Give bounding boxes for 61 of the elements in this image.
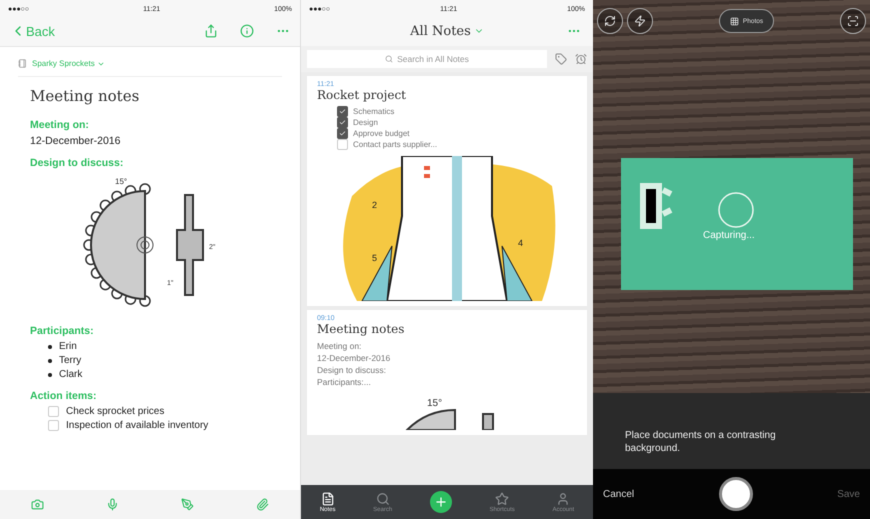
checklist-label: Contact parts supplier... (353, 139, 438, 150)
cancel-button[interactable]: Cancel (603, 488, 634, 500)
person-icon (556, 492, 570, 506)
checklist-label: Design (353, 117, 378, 128)
list-item: Clark (59, 369, 82, 380)
notebook-icon (18, 59, 27, 68)
refresh-icon (604, 15, 616, 27)
add-note-button[interactable] (430, 491, 452, 513)
note-title: Meeting notes (317, 322, 406, 336)
flash-button[interactable] (627, 8, 653, 34)
section-heading: Participants: (30, 325, 95, 337)
bullet-icon (48, 358, 52, 362)
note-preview-line: Meeting on: (317, 340, 362, 352)
pen-icon[interactable] (181, 498, 194, 511)
hint-text: Place documents on a contrasting background. (593, 393, 870, 469)
search-icon (376, 492, 390, 506)
section-heading: Action items: (30, 390, 98, 402)
checklist-label: Approve budget (353, 128, 410, 139)
search-field[interactable]: Search in All Notes (307, 50, 547, 68)
note-title: Rocket project (317, 88, 407, 102)
checklist-label: Check sprocket prices (66, 406, 164, 417)
star-icon (495, 492, 510, 506)
scan-icon (847, 15, 859, 27)
note-preview-line: Design to discuss: (317, 364, 387, 376)
grid-icon (730, 16, 739, 26)
checklist-label: Schematics (353, 106, 394, 117)
info-icon (240, 24, 254, 38)
back-button[interactable]: Back (10, 23, 55, 39)
search-icon (385, 55, 394, 63)
notebook-selector[interactable]: Sparky Sprockets (32, 59, 105, 68)
note-preview-line: Participants:... (317, 376, 372, 388)
save-button[interactable]: Save (837, 488, 860, 500)
plus-icon (434, 495, 448, 509)
section-heading: Meeting on: (30, 119, 90, 131)
bullet-icon (48, 372, 52, 376)
switch-camera-button[interactable] (597, 8, 623, 34)
lightning-icon (634, 15, 646, 27)
shutter-button[interactable] (718, 477, 753, 511)
notes-title-selector[interactable]: All Notes (410, 24, 484, 38)
section-heading: Design to discuss: (30, 157, 124, 169)
reminder-icon[interactable] (575, 53, 587, 65)
camera-icon[interactable] (31, 498, 44, 511)
sprocket-sketch-drawing: 15° (387, 394, 507, 430)
tag-icon[interactable] (555, 53, 567, 65)
capturing-label: Capturing... (703, 230, 755, 241)
list-item: Erin (59, 341, 77, 352)
share-icon (204, 24, 218, 38)
info-button[interactable] (240, 24, 254, 38)
note-title: Meeting notes (30, 87, 140, 105)
bullet-icon (48, 344, 52, 348)
checklist-label: Inspection of available inventory (66, 420, 208, 431)
notes-icon (320, 492, 335, 506)
microphone-icon[interactable] (106, 498, 119, 511)
checkbox[interactable] (48, 420, 59, 431)
scan-button[interactable] (840, 8, 866, 34)
checkbox[interactable] (48, 406, 59, 417)
note-text: 12-December-2016 (30, 135, 122, 147)
paperclip-icon[interactable] (256, 498, 269, 511)
share-button[interactable] (204, 24, 218, 38)
list-item: Terry (59, 355, 82, 366)
note-preview-line: 12-December-2016 (317, 352, 392, 364)
